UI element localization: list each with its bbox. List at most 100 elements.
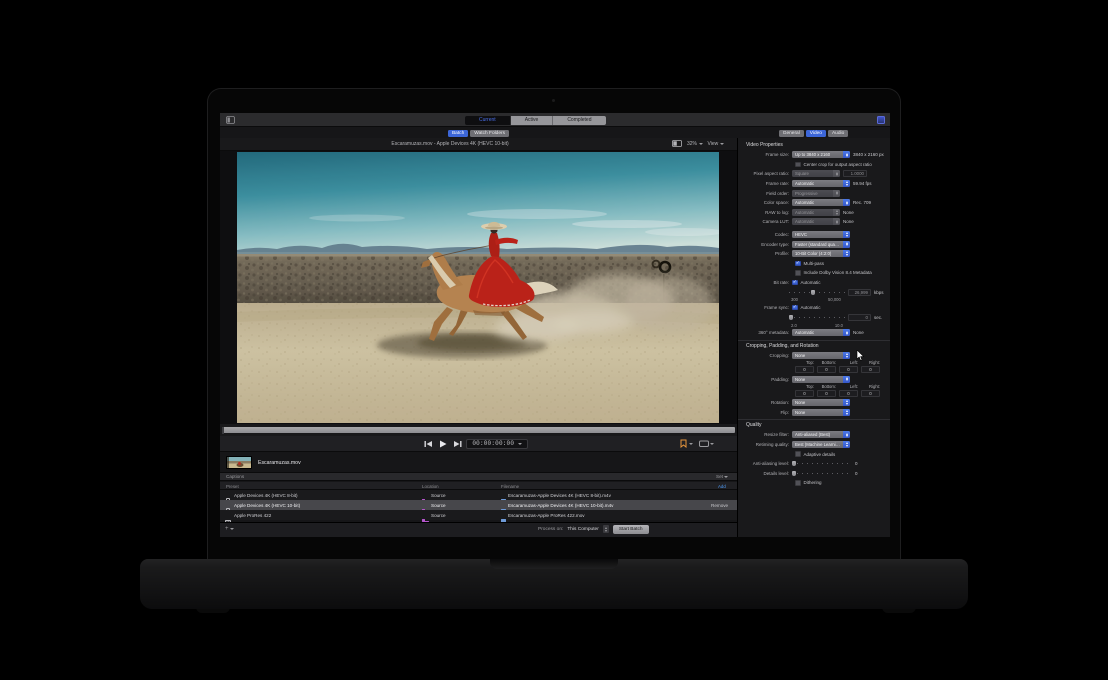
pixel-aspect-dropdown[interactable]: Square — [792, 170, 840, 177]
crop-left-field[interactable]: 0 — [839, 366, 858, 373]
bit-rate-field[interactable]: 26,999 — [848, 289, 871, 296]
padding-row: Padding: None — [738, 374, 890, 384]
previous-frame-button[interactable] — [424, 440, 432, 448]
job-filename: Escaramuzas.mov — [258, 460, 301, 466]
batch-mode-tabs: Batch Watch Folders — [220, 128, 737, 138]
job-row[interactable]: Escaramuzas.mov — [220, 454, 737, 471]
frame-sync-slider[interactable] — [789, 314, 845, 321]
camera-lut-dropdown[interactable]: Automatic — [792, 218, 840, 225]
rotation-row: Rotation: None — [738, 398, 890, 408]
retiming-dropdown[interactable]: Best (Machine Learni… — [792, 441, 850, 448]
pad-top-field[interactable]: 0 — [795, 390, 814, 397]
mouse-cursor — [856, 350, 865, 362]
playhead[interactable] — [222, 427, 224, 434]
profile-dropdown[interactable]: 10-Bit Color (4:2:0) — [792, 250, 850, 257]
video-frame[interactable] — [237, 152, 719, 423]
padding-dropdown[interactable]: None — [792, 376, 850, 383]
frame-size-row: Frame size: Up to 3840 x 2160 3840 x 216… — [738, 150, 890, 160]
pixel-aspect-field[interactable]: 1.0000 — [843, 170, 867, 177]
multi-pass-checkbox[interactable] — [795, 261, 801, 267]
section-video-properties: Video Properties — [738, 140, 890, 150]
bit-rate-slider[interactable] — [789, 289, 845, 296]
resize-filter-row: Resize filter: Anti-aliased (Best) — [738, 430, 890, 440]
raw-to-log-row: RAW to log: Automatic None — [738, 208, 890, 218]
color-space-dropdown[interactable]: Automatic — [792, 199, 850, 206]
zoom-level-dropdown[interactable]: 32% — [687, 141, 703, 147]
process-on-stepper[interactable] — [603, 525, 609, 533]
center-crop-checkbox[interactable] — [795, 162, 801, 168]
field-order-dropdown[interactable]: Progressive — [792, 190, 840, 197]
field-order-row: Field order: Progressive — [738, 188, 890, 198]
profile-row: Profile: 10-Bit Color (4:2:0) — [738, 249, 890, 259]
view-dropdown[interactable]: View — [708, 141, 724, 147]
transport-bar: 00:00:00:00 — [220, 436, 737, 452]
chevron-down-icon — [699, 143, 703, 145]
pad-bottom-field[interactable]: 0 — [817, 390, 836, 397]
encoder-type-row: Encoder type: Faster (standard qua… — [738, 239, 890, 249]
laptop-lid-notch — [490, 559, 618, 569]
dithering-checkbox[interactable] — [795, 480, 801, 486]
pad-left-field[interactable]: 0 — [839, 390, 858, 397]
activity-indicator-icon[interactable] — [877, 116, 885, 124]
view-segmented-control: Current Active Completed — [465, 116, 606, 125]
tab-watch-folders[interactable]: Watch Folders — [470, 130, 509, 137]
add-job-button[interactable]: + — [225, 526, 234, 532]
crop-bottom-field[interactable]: 0 — [817, 366, 836, 373]
raw-to-log-dropdown[interactable]: Automatic — [792, 209, 840, 216]
crop-right-field[interactable]: 0 — [861, 366, 880, 373]
tab-general[interactable]: General — [779, 130, 804, 137]
frame-rate-dropdown[interactable]: Automatic — [792, 180, 850, 187]
add-marker-button[interactable] — [680, 439, 693, 448]
aa-level-slider[interactable] — [792, 460, 852, 467]
remove-button[interactable]: Remove — [711, 503, 728, 508]
preset-row-3[interactable]: Apple ProRes 422 Source Escaramuzas-Appl… — [220, 510, 737, 520]
flip-dropdown[interactable]: None — [792, 409, 850, 416]
resize-filter-dropdown[interactable]: Anti-aliased (Best) — [792, 431, 850, 438]
tab-current[interactable]: Current — [465, 116, 511, 125]
encoder-type-dropdown[interactable]: Faster (standard qua… — [792, 241, 850, 248]
tab-batch[interactable]: Batch — [448, 130, 468, 137]
codec-dropdown[interactable]: HEVC — [792, 231, 850, 238]
frame-sync-row: Frame sync: Automatic — [738, 303, 890, 313]
add-output-button[interactable]: Add — [718, 484, 726, 489]
dolby-row: Include Dolby Vision 8.4 Metadata — [738, 268, 890, 278]
details-level-slider[interactable] — [792, 470, 852, 477]
play-button[interactable] — [439, 440, 447, 448]
tab-video[interactable]: Video — [806, 130, 826, 137]
next-frame-button[interactable] — [454, 440, 462, 448]
meta360-dropdown[interactable]: Automatic — [792, 329, 850, 336]
dithering-row: Dithering — [738, 478, 890, 488]
aa-level-row: Anti-aliasing level: 0 — [738, 459, 890, 469]
timeline-scrubber[interactable] — [222, 427, 735, 433]
sidebar-toggle-icon[interactable] — [226, 116, 235, 124]
adaptive-details-checkbox[interactable] — [795, 451, 801, 457]
crop-values: Top:0 Bottom:0 Left:0 Right:0 — [795, 360, 890, 373]
preview-controls: 32% View — [672, 140, 724, 147]
dolby-vision-checkbox[interactable] — [795, 270, 801, 276]
batch-area: Escaramuzas.mov Captions Set Preset Loca… — [220, 452, 737, 537]
frame-size-dropdown[interactable]: Up to 3840 x 2160 — [792, 151, 850, 158]
tab-audio[interactable]: Audio — [828, 130, 848, 137]
preset-row-2-selected[interactable]: Apple Devices 4K (HEVC 10-bit) Source Es… — [220, 500, 737, 510]
timecode-display[interactable]: 00:00:00:00 — [466, 439, 528, 449]
bit-rate-auto-checkbox[interactable] — [792, 280, 798, 286]
adaptive-row: Adaptive details — [738, 449, 890, 459]
bit-rate-row: Bit rate: Automatic — [738, 278, 890, 288]
tab-completed[interactable]: Completed — [553, 116, 605, 125]
captions-set-dropdown[interactable]: Set — [716, 474, 728, 479]
cropping-dropdown[interactable]: None — [792, 352, 850, 359]
chevron-down-icon — [230, 528, 234, 530]
crop-top-field[interactable]: 0 — [795, 366, 814, 373]
preset-row-1[interactable]: Apple Devices 4K (HEVC 8-bit) Source Esc… — [220, 490, 737, 500]
tab-active[interactable]: Active — [511, 116, 554, 125]
chevron-down-icon — [724, 476, 728, 478]
compare-view-icon[interactable] — [672, 140, 682, 147]
pad-right-field[interactable]: 0 — [861, 390, 880, 397]
frame-sync-field[interactable]: 0 — [848, 314, 871, 321]
rotation-dropdown[interactable]: None — [792, 399, 850, 406]
start-batch-button[interactable]: Start Batch — [613, 525, 649, 534]
preview-display-button[interactable] — [699, 440, 715, 448]
camera-lut-row: Camera LUT: Automatic None — [738, 217, 890, 227]
frame-sync-auto-checkbox[interactable] — [792, 305, 798, 311]
codec-row: Codec: HEVC — [738, 230, 890, 240]
